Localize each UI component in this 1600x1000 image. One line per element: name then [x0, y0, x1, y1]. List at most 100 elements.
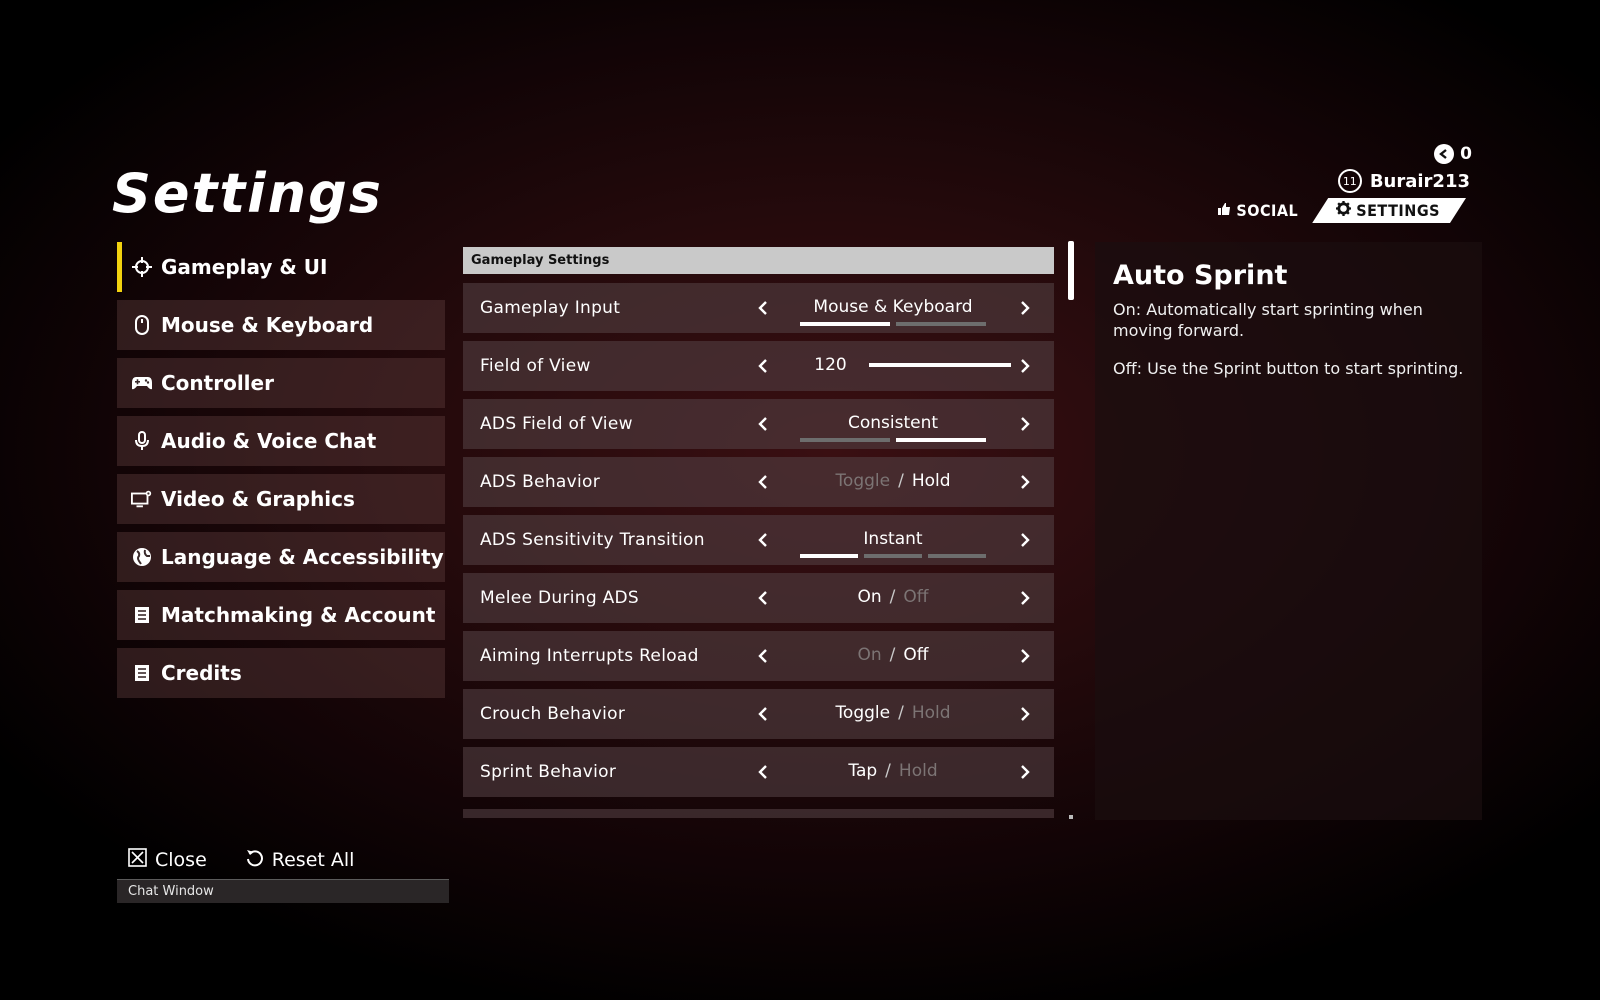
toggle-options: On / Off — [793, 587, 993, 607]
setting-label: Field of View — [480, 356, 591, 376]
setting-value-text: Instant — [863, 529, 923, 549]
settings-category-nav: Gameplay & UI Mouse & Keyboard Controlle… — [117, 242, 445, 706]
tab-social[interactable]: SOCIAL — [1209, 198, 1306, 223]
sidebar-item-credits[interactable]: Credits — [117, 648, 445, 698]
toggle-option: Off — [903, 587, 929, 607]
currency-display: 0 — [1434, 144, 1472, 164]
thumbs-up-icon — [1217, 201, 1231, 220]
sidebar-item-label: Audio & Voice Chat — [161, 429, 377, 453]
toggle-option: Hold — [911, 703, 951, 723]
chat-window[interactable]: Chat Window — [117, 879, 449, 903]
mouse-icon — [131, 314, 153, 336]
toggle-options: On / Off — [793, 645, 993, 665]
sidebar-item-label: Matchmaking & Account — [161, 603, 436, 627]
currency-value: 0 — [1460, 144, 1472, 164]
sidebar-item-audio-voice-chat[interactable]: Audio & Voice Chat — [117, 416, 445, 466]
setting-value: Mouse & Keyboard — [793, 283, 993, 333]
option-indicator — [800, 322, 986, 326]
setting-value: On / Off — [793, 631, 993, 681]
toggle-option: Off — [903, 645, 929, 665]
scrollbar-end-marker — [1069, 815, 1073, 819]
setting-row-ads-field-of-view[interactable]: ADS Field of View Consistent — [463, 399, 1054, 449]
player-info[interactable]: 11 Burair213 — [1337, 169, 1470, 193]
chevron-right-icon[interactable] — [1013, 296, 1037, 320]
gamepad-icon — [131, 372, 153, 394]
reset-all-button[interactable]: Reset All — [245, 848, 354, 872]
setting-value: 120 — [793, 341, 1011, 391]
option-segment — [800, 554, 858, 558]
chevron-right-icon[interactable] — [1013, 354, 1037, 378]
setting-label: ADS Behavior — [480, 472, 601, 492]
gear-icon — [1336, 201, 1351, 220]
settings-scrollbar[interactable] — [1068, 241, 1074, 300]
settings-list: Gameplay Input Mouse & Keyboard Field of… — [463, 283, 1054, 816]
fov-slider[interactable] — [869, 363, 1011, 367]
panel-header: Gameplay Settings — [463, 247, 1054, 274]
setting-row-partial[interactable] — [463, 809, 1054, 818]
toggle-option: Toggle — [835, 471, 891, 491]
toggle-separator: / — [898, 703, 904, 723]
chevron-left-icon[interactable] — [751, 412, 775, 436]
setting-row-melee-during-ads[interactable]: Melee During ADS On / Off — [463, 573, 1054, 623]
globe-icon — [131, 546, 153, 568]
chevron-left-icon[interactable] — [751, 702, 775, 726]
tab-settings[interactable]: SETTINGS — [1312, 198, 1466, 223]
chevron-right-icon[interactable] — [1013, 412, 1037, 436]
monitor-gear-icon — [131, 488, 153, 510]
sidebar-item-label: Video & Graphics — [161, 487, 355, 511]
toggle-options: Toggle / Hold — [793, 471, 993, 491]
microphone-icon — [131, 430, 153, 452]
setting-row-aiming-interrupts-reload[interactable]: Aiming Interrupts Reload On / Off — [463, 631, 1054, 681]
chevron-right-icon[interactable] — [1013, 702, 1037, 726]
setting-row-ads-behavior[interactable]: ADS Behavior Toggle / Hold — [463, 457, 1054, 507]
close-button[interactable]: Close — [128, 848, 207, 872]
chevron-left-icon[interactable] — [751, 644, 775, 668]
setting-row-ads-sensitivity-transition[interactable]: ADS Sensitivity Transition Instant — [463, 515, 1054, 565]
setting-label: Aiming Interrupts Reload — [480, 646, 699, 666]
setting-row-crouch-behavior[interactable]: Crouch Behavior Toggle / Hold — [463, 689, 1054, 739]
setting-label: Gameplay Input — [480, 298, 621, 318]
setting-value-text: Consistent — [847, 413, 939, 433]
footer-actions: Close Reset All — [128, 848, 354, 872]
sidebar-item-label: Mouse & Keyboard — [161, 313, 374, 337]
toggle-option: Hold — [911, 471, 951, 491]
chevron-right-icon[interactable] — [1013, 470, 1037, 494]
toggle-option: Hold — [898, 761, 938, 781]
sidebar-item-label: Gameplay & UI — [161, 255, 328, 279]
toggle-options: Toggle / Hold — [793, 703, 993, 723]
chevron-left-icon[interactable] — [751, 296, 775, 320]
sidebar-item-mouse-keyboard[interactable]: Mouse & Keyboard — [117, 300, 445, 350]
slider-value: 120 — [814, 355, 847, 375]
chevron-right-icon[interactable] — [1013, 528, 1037, 552]
setting-value: Instant — [793, 515, 993, 565]
chevron-left-icon[interactable] — [751, 586, 775, 610]
setting-row-field-of-view[interactable]: Field of View 120 — [463, 341, 1054, 391]
setting-label: ADS Field of View — [480, 414, 633, 434]
chevron-left-icon[interactable] — [751, 528, 775, 552]
option-segment — [896, 438, 986, 442]
setting-row-gameplay-input[interactable]: Gameplay Input Mouse & Keyboard — [463, 283, 1054, 333]
option-segment — [928, 554, 986, 558]
setting-row-sprint-behavior[interactable]: Sprint Behavior Tap / Hold — [463, 747, 1054, 797]
chevron-left-icon[interactable] — [751, 760, 775, 784]
player-name: Burair213 — [1369, 170, 1470, 192]
toggle-separator: / — [889, 645, 896, 665]
sidebar-item-video-graphics[interactable]: Video & Graphics — [117, 474, 445, 524]
document-icon — [131, 604, 153, 626]
setting-label: Sprint Behavior — [480, 762, 617, 782]
chevron-right-icon[interactable] — [1013, 586, 1037, 610]
sidebar-item-label: Controller — [161, 371, 274, 395]
description-paragraph: Off: Use the Sprint button to start spri… — [1113, 359, 1464, 378]
chevron-left-icon[interactable] — [751, 470, 775, 494]
sidebar-item-matchmaking-account[interactable]: Matchmaking & Account — [117, 590, 445, 640]
sidebar-item-controller[interactable]: Controller — [117, 358, 445, 408]
tab-settings-label: SETTINGS — [1356, 201, 1440, 220]
sidebar-item-gameplay-ui[interactable]: Gameplay & UI — [117, 242, 445, 292]
setting-value-text: Mouse & Keyboard — [813, 297, 973, 317]
chevron-right-icon[interactable] — [1013, 760, 1037, 784]
chevron-left-icon[interactable] — [751, 354, 775, 378]
toggle-option: On — [857, 587, 882, 607]
toggle-separator: / — [885, 761, 891, 781]
sidebar-item-language-accessibility[interactable]: Language & Accessibility — [117, 532, 445, 582]
chevron-right-icon[interactable] — [1013, 644, 1037, 668]
